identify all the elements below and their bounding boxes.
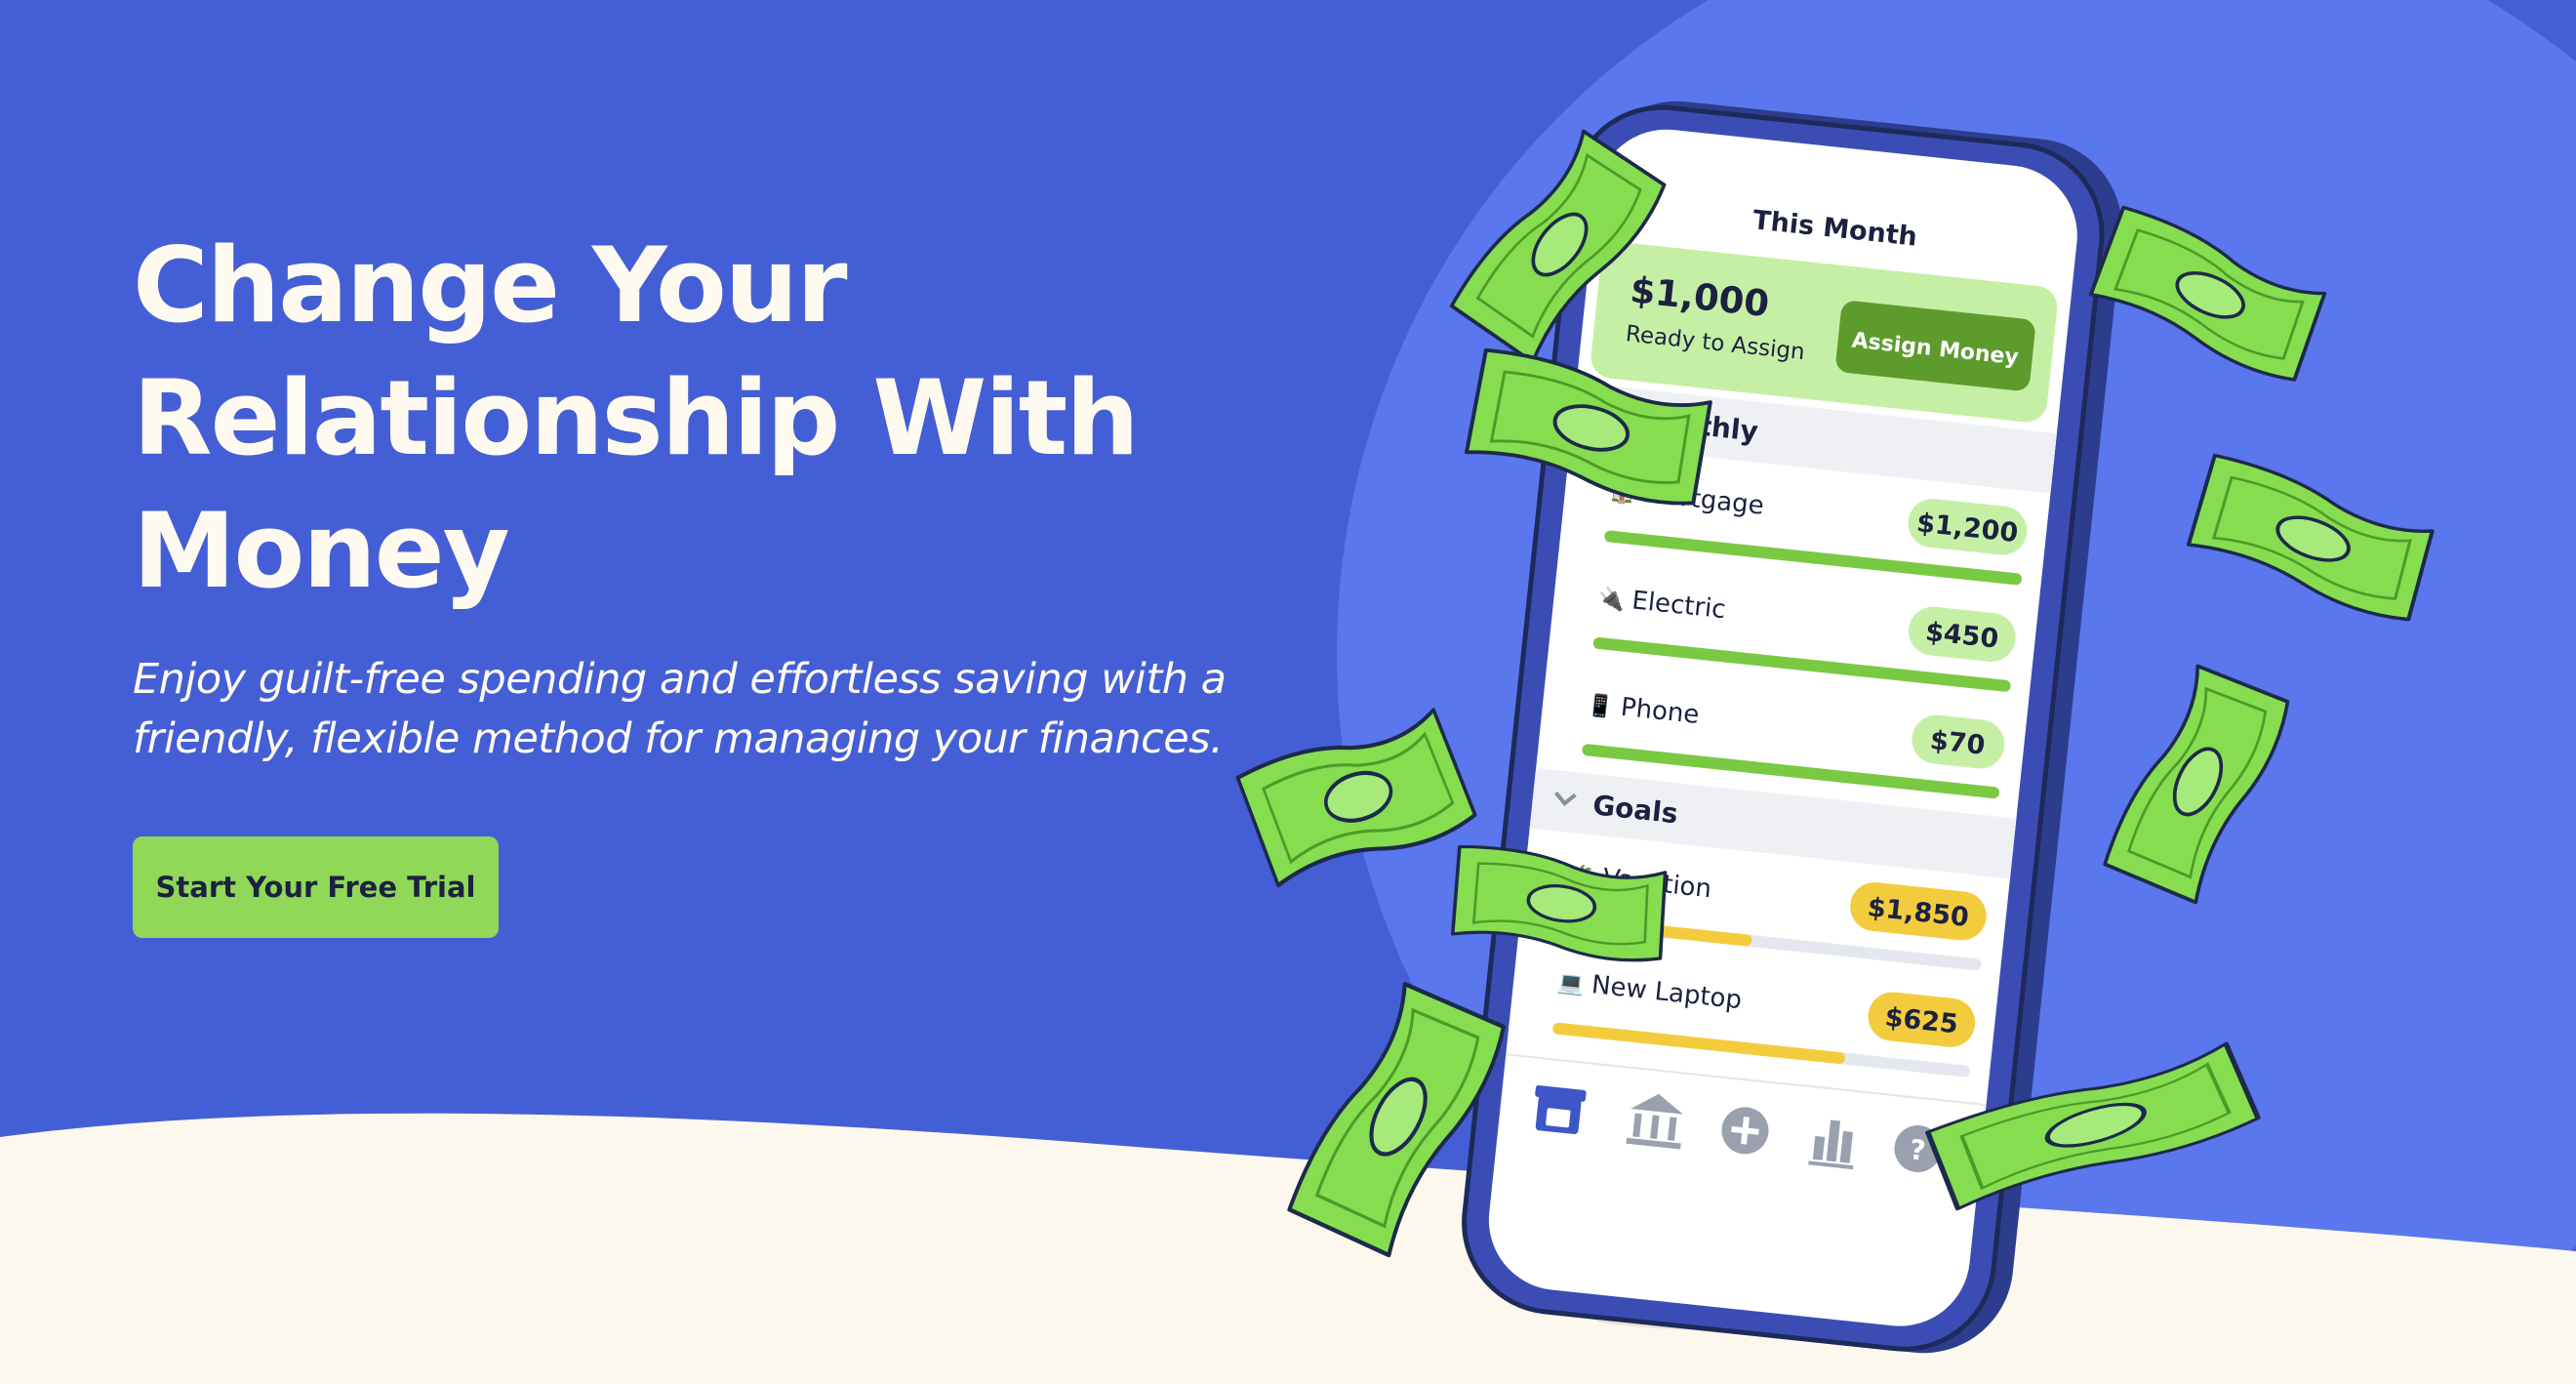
dollar-bill-illustration [2082,201,2334,389]
budget-icon[interactable] [1531,1084,1587,1135]
phone-icon: 📱 [1586,692,1615,720]
amount-value[interactable]: $70 [1929,725,1987,761]
svg-text:?: ? [1909,1133,1928,1167]
dollar-bill-illustration [2180,449,2442,630]
laptop-icon: 💻 [1556,971,1586,998]
dollar-bill-illustration [1236,707,1478,890]
plug-icon: 🔌 [1596,586,1626,614]
dollar-bill-illustration [2099,657,2298,911]
phone-illustration: This Month $1,000 Ready to Assign Assign… [0,101,2442,1354]
